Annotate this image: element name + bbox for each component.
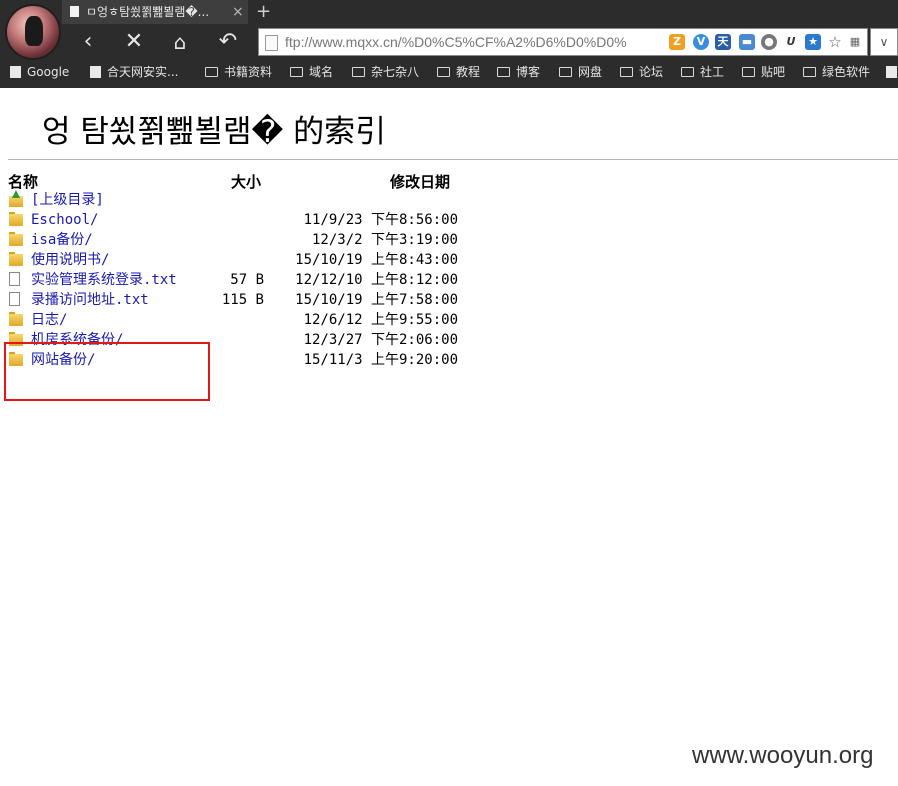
folder-icon [681,67,694,77]
star-extension-icon[interactable]: ★ [805,34,821,50]
home-icon[interactable]: ⌂ [166,28,194,56]
entry-name[interactable]: isa备份/ [31,230,93,250]
folder-icon [803,67,816,77]
qr-code-icon[interactable]: ▦ [847,34,863,50]
page-title: 엉 탐쑀쬙뾆뵐램� 的索引 [42,114,387,150]
entry-date: 15/10/19 上午8:43:00 [295,252,458,268]
bookmark-google[interactable]: Google [10,62,69,82]
entry-name[interactable]: 使用说明书/ [31,250,109,270]
user-avatar[interactable] [5,4,61,60]
bookmark-folder[interactable]: 书籍资料 [205,62,272,82]
file-icon [9,292,20,306]
back-icon[interactable]: ‹ [74,28,102,56]
entry-size: 115 B [221,292,264,308]
entry-date: 15/10/19 上午7:58:00 [295,292,458,308]
bookmark-folder[interactable]: 社工 [681,62,724,82]
stop-icon[interactable]: ✕ [120,28,148,56]
folder-icon [9,212,23,226]
page-icon [70,6,79,17]
v-extension-icon[interactable]: V [693,34,709,50]
bookmark-folder[interactable]: 论坛 [620,62,663,82]
highlight-box [4,342,210,401]
bookmark-overflow[interactable] [886,62,898,82]
entry-date: 12/12/10 上午8:12:00 [295,272,458,288]
entry-date: 15/11/3 上午9:20:00 [303,352,458,368]
tab-close-icon[interactable]: × [232,0,244,24]
up-folder-icon [9,190,23,207]
entry-name[interactable]: Eschool/ [31,210,98,230]
watermark: www.wooyun.org [692,742,874,769]
entry-name[interactable]: 录播访问地址.txt [31,290,149,310]
folder-icon [205,67,218,77]
script-extension-icon[interactable]: U [783,34,799,50]
tianya-extension-icon[interactable]: 天 [715,34,731,50]
folder-icon [9,312,23,326]
folder-icon [9,232,23,246]
browser-chrome: ㅁ엉ㅎ탐쑀쬙뾆뵐램�... × + ‹ ✕ ⌂ ↶ ftp://www.mqxx… [0,0,898,88]
column-header-date[interactable]: 修改日期 [390,171,450,192]
entry-date: 11/9/23 下午8:56:00 [303,212,458,228]
entry-date: 12/6/12 上午9:55:00 [303,312,458,328]
folder-icon [620,67,633,77]
bookmark-folder[interactable]: 教程 [437,62,480,82]
browser-tab[interactable]: ㅁ엉ㅎ탐쑀쬙뾆뵐램�... × [62,0,248,24]
new-tab-button[interactable]: + [256,0,271,24]
entry-name[interactable]: 实验管理系统登录.txt [31,270,177,290]
chevron-down-icon[interactable]: ∨ [870,28,898,56]
chat-extension-icon[interactable]: ▬ [739,34,755,50]
circle-extension-icon[interactable]: ● [761,34,777,50]
undo-icon[interactable]: ↶ [214,28,242,56]
entry-date: 12/3/27 下午2:06:00 [303,332,458,348]
tab-title: ㅁ엉ㅎ탐쑀쬙뾆뵐램�... [86,5,210,19]
bookmark-folder[interactable]: 绿色软件 [803,62,870,82]
folder-icon [497,67,510,77]
folder-icon [290,67,303,77]
page-icon [265,35,278,51]
bookmark-folder[interactable]: 杂七杂八 [352,62,419,82]
entry-size: 57 B [230,272,264,288]
page-icon [90,66,101,78]
page-icon [886,66,897,78]
bookmark-hetian[interactable]: 合天网安实... [90,62,178,82]
address-text[interactable]: ftp://www.mqxx.cn/%D0%C5%CF%A2%D6%D0%D0% [285,29,665,55]
bookmark-folder[interactable]: 贴吧 [742,62,785,82]
bookmark-folder[interactable]: 博客 [497,62,540,82]
folder-icon [352,67,365,77]
zz-extension-icon[interactable]: Z [669,34,685,50]
column-header-name[interactable]: 名称 [8,171,38,192]
bookmark-folder[interactable]: 域名 [290,62,333,82]
address-bar[interactable]: ftp://www.mqxx.cn/%D0%C5%CF%A2%D6%D0%D0%… [258,28,868,56]
folder-icon [559,67,572,77]
folder-icon [437,67,450,77]
entry-date: 12/3/2 下午3:19:00 [311,232,458,248]
bookmark-folder[interactable]: 网盘 [559,62,602,82]
favorite-star-icon[interactable]: ☆ [827,34,843,50]
page-icon [10,66,21,78]
divider [8,159,898,160]
folder-icon [9,252,23,266]
file-icon [9,272,20,286]
entry-name[interactable]: [上级目录] [31,190,104,210]
folder-icon [742,67,755,77]
column-header-size[interactable]: 大小 [231,171,261,192]
entry-name[interactable]: 日志/ [31,310,67,330]
